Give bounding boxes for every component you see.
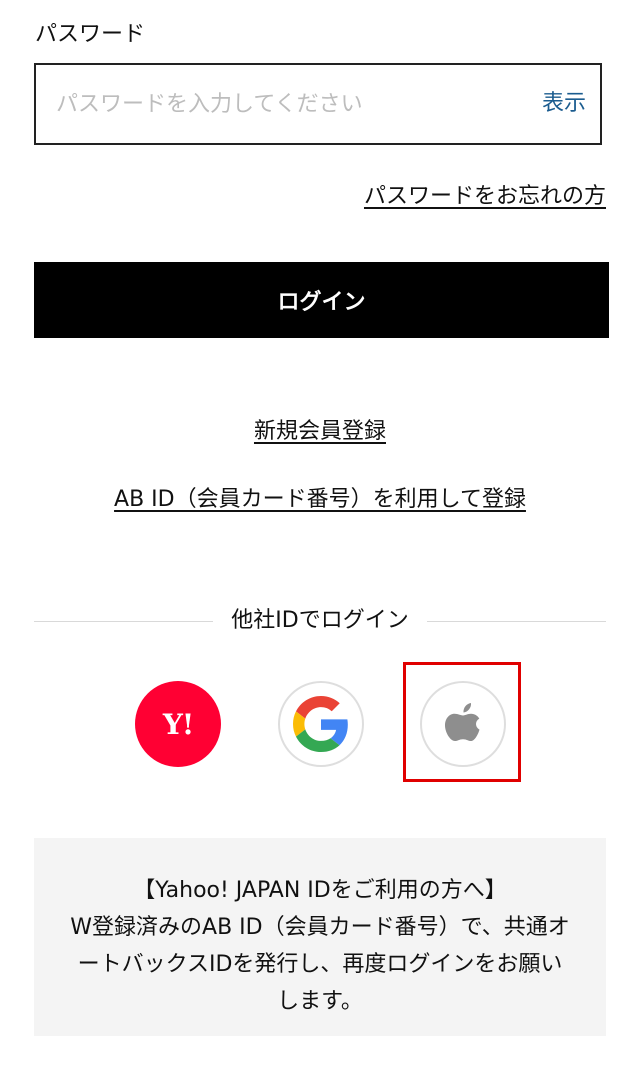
divider-line-right — [426, 620, 606, 622]
register-link-row: 新規会員登録 — [0, 417, 640, 447]
notice-line: します。 — [277, 989, 363, 1014]
password-field[interactable]: 表示 — [34, 63, 602, 145]
show-password-toggle[interactable]: 表示 — [542, 89, 586, 119]
login-button[interactable]: ログイン — [34, 262, 609, 338]
apple-highlight-frame — [403, 662, 521, 782]
forgot-password-link[interactable]: パスワードをお忘れの方 — [364, 182, 606, 212]
social-login-heading: 他社IDでログイン — [231, 608, 409, 633]
notice-line: ートバックスIDを発行し、再度ログインをお願い — [77, 952, 563, 977]
abid-register-link[interactable]: AB ID（会員カード番号）を利用して登録 — [114, 487, 526, 512]
register-link[interactable]: 新規会員登録 — [254, 419, 386, 444]
notice-line: W登録済みのAB ID（会員カード番号）で、共通オ — [70, 915, 570, 940]
yahoo-notice-box: 【Yahoo! JAPAN IDをご利用の方へ】 W登録済みのAB ID（会員カ… — [34, 838, 606, 1036]
divider-line-left — [34, 620, 214, 622]
google-logo-icon — [293, 696, 348, 752]
yahoo-logo-icon: Y! — [162, 707, 194, 741]
google-login-button[interactable] — [278, 681, 364, 767]
yahoo-login-button[interactable]: Y! — [135, 681, 221, 767]
social-login-divider: 他社IDでログイン — [34, 606, 606, 636]
abid-register-link-row: AB ID（会員カード番号）を利用して登録 — [0, 485, 640, 515]
password-label: パスワード — [35, 22, 146, 47]
notice-line: 【Yahoo! JAPAN IDをご利用の方へ】 — [133, 878, 507, 903]
password-input[interactable] — [56, 65, 516, 143]
